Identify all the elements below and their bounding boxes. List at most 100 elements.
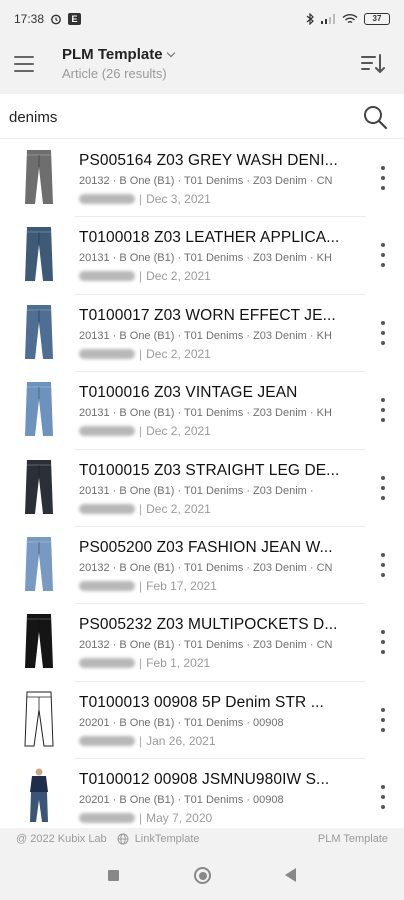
- product-thumbnail: [18, 612, 60, 670]
- item-date-line: | Jan 26, 2021: [79, 734, 216, 748]
- item-date-line: | Dec 2, 2021: [79, 347, 211, 361]
- item-meta: 20131 · B One (B1) · T01 Denims · Z03 De…: [79, 484, 314, 497]
- redacted-author: [79, 813, 135, 824]
- separator: |: [139, 346, 143, 361]
- item-date: May 7, 2020: [146, 811, 213, 826]
- signal-icon: [321, 14, 335, 24]
- more-options-icon[interactable]: [378, 475, 388, 500]
- more-options-icon[interactable]: [378, 707, 388, 732]
- item-date: Dec 2, 2021: [146, 501, 211, 516]
- item-date-line: | Feb 17, 2021: [79, 579, 217, 593]
- link-template[interactable]: LinkTemplate: [135, 833, 200, 845]
- more-options-icon[interactable]: [378, 398, 388, 423]
- list-item[interactable]: T0100017 Z03 WORN EFFECT JE... 20131 · B …: [0, 295, 404, 373]
- item-title: T0100012 00908 JSMNU980IW S...: [79, 771, 330, 789]
- more-options-icon[interactable]: [378, 785, 388, 810]
- list-item[interactable]: PS005164 Z03 GREY WASH DENI... 20132 · B …: [0, 140, 404, 218]
- status-bar: 17:38 E 37: [0, 0, 404, 38]
- app-bar: PLM Template Article (26 results): [0, 38, 404, 94]
- list-item[interactable]: T0100012 00908 JSMNU980IW S... 20201 · B …: [0, 759, 404, 828]
- item-meta: 20132 · B One (B1) · T01 Denims · Z03 De…: [79, 561, 333, 574]
- product-thumbnail: [18, 690, 60, 748]
- item-date: Feb 17, 2021: [146, 578, 217, 593]
- item-date-line: | Dec 2, 2021: [79, 269, 211, 283]
- redacted-author: [79, 348, 135, 359]
- item-date-line: | Dec 2, 2021: [79, 424, 211, 438]
- more-options-icon[interactable]: [378, 166, 388, 190]
- title-area[interactable]: PLM Template Article (26 results): [62, 46, 175, 81]
- item-title: PS005200 Z03 FASHION JEAN W...: [79, 538, 333, 556]
- product-thumbnail: [18, 767, 60, 825]
- item-date-line: | Dec 2, 2021: [79, 502, 211, 516]
- item-date-line: | May 7, 2020: [79, 811, 212, 825]
- item-title: T0100016 Z03 VINTAGE JEAN: [79, 384, 298, 402]
- product-thumbnail: [18, 225, 60, 283]
- list-item[interactable]: T0100016 Z03 VINTAGE JEAN 20131 · B One (…: [0, 372, 404, 450]
- more-options-icon[interactable]: [378, 320, 388, 345]
- back-button[interactable]: [285, 868, 296, 882]
- item-meta: 20131 · B One (B1) · T01 Denims · Z03 De…: [79, 407, 332, 420]
- product-thumbnail: [18, 380, 60, 438]
- item-date: Dec 2, 2021: [146, 346, 211, 361]
- separator: |: [139, 578, 143, 593]
- list-item[interactable]: T0100013 00908 5P Denim STR ... 20201 · B…: [0, 682, 404, 760]
- item-date-line: | Feb 1, 2021: [79, 656, 210, 670]
- product-thumbnail: [18, 458, 60, 516]
- bluetooth-icon: [306, 13, 314, 25]
- more-options-icon[interactable]: [378, 243, 388, 268]
- search-icon[interactable]: [362, 104, 388, 130]
- item-meta: 20132 · B One (B1) · T01 Denims · Z03 De…: [79, 175, 333, 187]
- item-title: T0100013 00908 5P Denim STR ...: [79, 693, 324, 711]
- more-options-icon[interactable]: [378, 552, 388, 577]
- item-meta: 20201 · B One (B1) · T01 Denims · 00908: [79, 716, 284, 729]
- menu-icon[interactable]: [14, 56, 34, 72]
- item-title: T0100017 Z03 WORN EFFECT JE...: [79, 306, 336, 324]
- item-date-line: | Dec 3, 2021: [79, 192, 211, 206]
- separator: |: [139, 656, 143, 671]
- item-date: Jan 26, 2021: [146, 733, 216, 748]
- article-list: PS005164 Z03 GREY WASH DENI... 20132 · B …: [0, 140, 404, 828]
- template-selector[interactable]: PLM Template: [62, 46, 175, 63]
- product-thumbnail: [18, 303, 60, 361]
- item-date: Dec 3, 2021: [146, 192, 211, 206]
- item-date: Feb 1, 2021: [146, 656, 211, 671]
- item-meta: 20132 · B One (B1) · T01 Denims · Z03 De…: [79, 639, 333, 652]
- item-meta: 20201 · B One (B1) · T01 Denims · 00908: [79, 794, 284, 807]
- search-bar: [0, 94, 404, 139]
- item-title: PS005232 Z03 MULTIPOCKETS D...: [79, 616, 338, 634]
- globe-icon: [117, 833, 129, 845]
- notification-icon: E: [68, 13, 82, 25]
- copyright-text: @ 2022 Kubix Lab: [16, 833, 107, 845]
- sort-icon[interactable]: [360, 52, 386, 76]
- wifi-icon: [342, 13, 358, 24]
- more-options-icon[interactable]: [378, 630, 388, 655]
- redacted-author: [79, 426, 135, 437]
- item-title: T0100015 Z03 STRAIGHT LEG DE...: [79, 461, 340, 479]
- item-date: Dec 2, 2021: [146, 424, 211, 439]
- item-title: PS005164 Z03 GREY WASH DENI...: [79, 152, 338, 169]
- search-input[interactable]: [9, 106, 339, 128]
- recent-apps-button[interactable]: [108, 870, 119, 881]
- chevron-down-icon: [166, 48, 175, 57]
- product-thumbnail: [18, 148, 60, 206]
- footer: @ 2022 Kubix Lab LinkTemplate PLM Templa…: [0, 828, 404, 850]
- page-title: PLM Template: [62, 46, 163, 63]
- redacted-author: [79, 503, 135, 514]
- list-item[interactable]: T0100018 Z03 LEATHER APPLICA... 20131 · B…: [0, 217, 404, 295]
- redacted-author: [79, 271, 135, 282]
- results-count: Article (26 results): [62, 66, 167, 81]
- separator: |: [139, 811, 143, 826]
- list-item[interactable]: T0100015 Z03 STRAIGHT LEG DE... 20131 · B…: [0, 450, 404, 527]
- alarm-icon: [51, 14, 61, 25]
- redacted-author: [79, 580, 135, 591]
- product-thumbnail: [18, 535, 60, 593]
- separator: |: [139, 269, 143, 284]
- battery-icon: 37: [364, 13, 390, 25]
- list-item[interactable]: PS005200 Z03 FASHION JEAN W... 20132 · B …: [0, 527, 404, 605]
- separator: |: [139, 424, 143, 439]
- redacted-author: [79, 735, 135, 746]
- list-item[interactable]: PS005232 Z03 MULTIPOCKETS D... 20132 · B …: [0, 604, 404, 682]
- home-button[interactable]: [194, 867, 211, 884]
- footer-app-name: PLM Template: [317, 833, 388, 845]
- redacted-author: [79, 194, 135, 204]
